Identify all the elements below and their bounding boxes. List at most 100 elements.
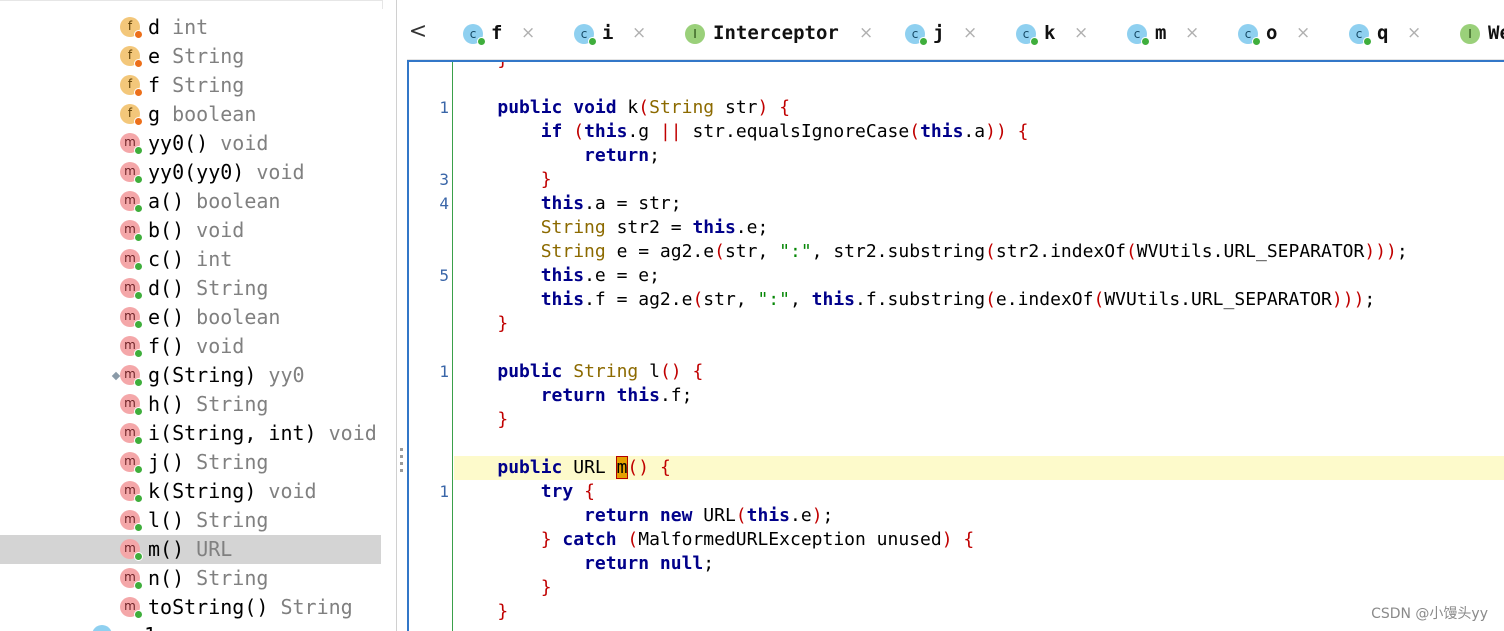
field-icon: f — [120, 17, 143, 39]
code-token: } — [540, 529, 552, 550]
icon-letter: c — [1355, 27, 1363, 41]
final-badge-icon — [134, 117, 143, 126]
method-icon: m — [120, 133, 143, 155]
code-line[interactable]: } — [454, 600, 1504, 624]
code-line[interactable]: return this.f; — [454, 384, 1504, 408]
member-name: d() — [148, 276, 185, 300]
tree-item-method[interactable]: m m() URL — [0, 535, 381, 564]
public-badge-icon — [134, 291, 143, 300]
tree-item-field[interactable]: f e String — [0, 42, 381, 71]
code-line[interactable]: } — [454, 168, 1504, 192]
tree-item-method[interactable]: m d() String — [0, 274, 381, 303]
code-token: () — [627, 457, 650, 478]
code-line[interactable]: } — [454, 408, 1504, 432]
code-line[interactable]: if (this.g || str.equalsIgnoreCase(this.… — [454, 120, 1504, 144]
code-line[interactable] — [454, 72, 1504, 96]
tree-item-method[interactable]: m j() String — [0, 448, 381, 477]
method-icon: m — [120, 423, 143, 445]
tree-item-class[interactable]: › yy1 — [0, 621, 381, 631]
member-type: String — [196, 566, 269, 590]
tab-close-icon[interactable]: × — [1407, 16, 1421, 50]
tree-item-method[interactable]: m toString() String — [0, 593, 381, 622]
code-line[interactable]: } — [454, 576, 1504, 600]
code-line[interactable]: return null; — [454, 552, 1504, 576]
member-type: String — [172, 73, 245, 97]
tree-item-label: d int — [148, 13, 208, 42]
tree-item-method[interactable]: m e() boolean — [0, 303, 381, 332]
code-line[interactable]: this.f = ag2.e(str, ":", this.f.substrin… — [454, 288, 1504, 312]
tab-close-icon[interactable]: × — [521, 16, 535, 50]
tree-item-method[interactable]: m h() String — [0, 390, 381, 419]
tab-close-icon[interactable]: × — [963, 16, 977, 50]
code-token: this — [540, 265, 585, 286]
tab-close-icon[interactable]: × — [1074, 16, 1088, 50]
icon-letter: c — [1022, 27, 1030, 41]
code-line[interactable]: return new URL(this.e); — [454, 504, 1504, 528]
code-token: .e — [790, 505, 812, 526]
tree-item-method[interactable]: m k(String) void — [0, 477, 381, 506]
splitter-grip[interactable] — [400, 448, 403, 472]
code-line[interactable]: public void k(String str) { — [454, 96, 1504, 120]
icon-letter: f — [127, 19, 133, 33]
tab-close-icon[interactable]: × — [632, 16, 646, 50]
code-line[interactable] — [454, 432, 1504, 456]
member-type: String — [280, 595, 353, 619]
code-line[interactable]: } — [454, 62, 1504, 72]
tab-scroll-back-button[interactable]: < — [407, 14, 429, 50]
code-line[interactable]: String str2 = this.e; — [454, 216, 1504, 240]
code-line[interactable] — [454, 336, 1504, 360]
code-line[interactable]: this.a = str; — [454, 192, 1504, 216]
tab-close-icon[interactable]: × — [1185, 16, 1199, 50]
tree-item-method[interactable]: m g(String) yy0 — [0, 361, 381, 390]
expand-arrow-icon[interactable]: › — [66, 621, 74, 631]
code-line[interactable]: return; — [454, 144, 1504, 168]
code-token: , — [789, 289, 812, 310]
tree-item-method[interactable]: m n() String — [0, 564, 381, 593]
code-token: ; — [1364, 289, 1376, 310]
code-line[interactable]: public String l() { — [454, 360, 1504, 384]
tab-close-icon[interactable]: × — [859, 16, 873, 50]
code-token: e = ag2.e — [605, 241, 715, 262]
code-line[interactable]: } — [454, 312, 1504, 336]
code-editor[interactable]: 134511 } public void k(String str) { if … — [407, 60, 1504, 631]
public-badge-icon — [588, 37, 597, 46]
public-badge-icon — [1141, 37, 1150, 46]
method-icon: m — [120, 191, 143, 213]
icon-letter: c — [469, 27, 477, 41]
public-badge-icon — [134, 552, 143, 561]
code-token: () — [659, 361, 682, 382]
code-line[interactable]: String e = ag2.e(str, ":", str2.substrin… — [454, 240, 1504, 264]
tree-item-field[interactable]: f d int — [0, 13, 381, 42]
tree-item-field[interactable]: ff String — [0, 71, 381, 100]
public-badge-icon — [134, 146, 143, 155]
tree-item-method[interactable]: m a() boolean — [0, 187, 381, 216]
tree-item-method[interactable]: m i(String, int) void — [0, 419, 381, 448]
code-token: str — [714, 97, 758, 118]
tree-item-label: n() String — [148, 564, 268, 593]
tree-item-method[interactable]: m c() int — [0, 245, 381, 274]
panel-splitter[interactable] — [397, 0, 407, 631]
tree-item-method[interactable]: m yy0(yy0) void — [0, 158, 381, 187]
code-line[interactable]: } catch (MalformedURLException unused) { — [454, 528, 1504, 552]
tree-item-method[interactable]: m l() String — [0, 506, 381, 535]
public-badge-icon — [1030, 37, 1039, 46]
code-token: str, — [724, 241, 780, 262]
structure-panel[interactable]: f d int f e String f f String f g boolean m yy0()… — [0, 0, 397, 631]
code-line[interactable]: this.e = e; — [454, 264, 1504, 288]
tab-label: q — [1377, 22, 1389, 44]
method-icon: m — [120, 481, 143, 503]
code-line[interactable]: try { — [454, 480, 1504, 504]
method-icon: m — [111, 365, 143, 387]
tree-item-field[interactable]: f g boolean — [0, 100, 381, 129]
code-token: .e = e; — [584, 265, 660, 286]
current-code-line[interactable]: public URL m() { — [454, 456, 1504, 480]
code-token: )) — [985, 121, 1007, 142]
tree-item-method[interactable]: m f() void — [0, 332, 381, 361]
code-token: WVUtils.URL_SEPARATOR — [1104, 289, 1332, 310]
code-token: ) — [811, 505, 823, 526]
tree-item-method[interactable]: m b() void — [0, 216, 381, 245]
tree-item-method[interactable]: m yy0() void — [0, 129, 381, 158]
tab-close-icon[interactable]: × — [1296, 16, 1310, 50]
